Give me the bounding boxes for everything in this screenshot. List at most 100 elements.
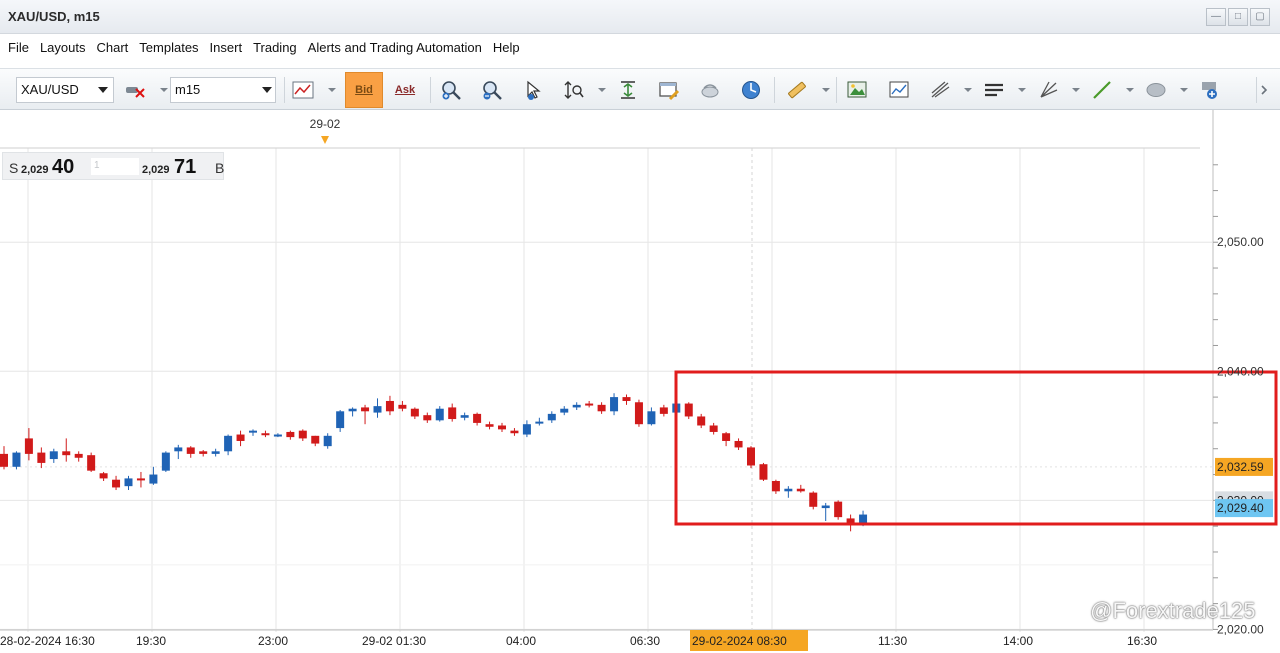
candle-body: [771, 480, 780, 492]
ask-price-toggle[interactable]: Ask: [386, 72, 424, 108]
price-tag: 2,029.40: [1215, 499, 1273, 518]
add-indicator-icon[interactable]: [1199, 79, 1221, 101]
screenshot-icon[interactable]: [888, 79, 910, 101]
candle-body: [273, 434, 282, 437]
price-tag-label: 2,029.40: [1217, 501, 1264, 515]
candle-body: [722, 433, 731, 441]
bid-price-toggle[interactable]: Bid: [345, 72, 383, 108]
trade-amount-input[interactable]: 1: [91, 158, 139, 175]
time-axis-label: 29-02-2024 08:30: [692, 634, 787, 648]
time-axis-label: 06:30: [630, 634, 660, 648]
time-axis-label: 04:00: [506, 634, 536, 648]
candle-body: [174, 447, 183, 452]
scale-dropdown-icon[interactable]: [598, 88, 606, 92]
candle-body: [373, 406, 382, 413]
chart-type-icon[interactable]: [292, 79, 314, 101]
ellipse-shape-icon[interactable]: [1145, 79, 1167, 101]
pointer-select-icon[interactable]: [522, 79, 544, 101]
pitchfork-dropdown-icon[interactable]: [964, 88, 972, 92]
zoom-out-icon[interactable]: [481, 79, 503, 101]
menu-layouts[interactable]: Layouts: [36, 40, 93, 55]
crosshair-remove-icon[interactable]: [124, 79, 146, 101]
candle-body: [211, 451, 220, 454]
shape-dropdown-icon[interactable]: [1180, 88, 1188, 92]
close-button[interactable]: ▢: [1250, 8, 1270, 26]
candle-body: [74, 453, 83, 458]
chart-properties-icon[interactable]: [658, 79, 680, 101]
candle-body: [62, 451, 71, 456]
candle-body: [112, 479, 121, 488]
candle-body: [647, 411, 656, 425]
menu-file[interactable]: File: [4, 40, 36, 55]
window-controls: — □ ▢: [1206, 8, 1270, 26]
candle-body: [323, 435, 332, 447]
maximize-button[interactable]: □: [1228, 8, 1248, 26]
price-tag-label: 2,032.59: [1217, 460, 1264, 474]
menu-templates[interactable]: Templates: [135, 40, 205, 55]
candle-body: [610, 397, 619, 412]
menu-help[interactable]: Help: [489, 40, 527, 55]
trend-line-icon[interactable]: [1091, 79, 1113, 101]
symbol-dropdown-arrow-icon[interactable]: [98, 87, 108, 93]
price-axis-label: 2,050.00: [1217, 235, 1264, 249]
toolbar-separator: [774, 77, 775, 103]
ruler-dropdown-icon[interactable]: [822, 88, 830, 92]
timeframe-dropdown-arrow-icon[interactable]: [262, 87, 272, 93]
symbol-value: XAU/USD: [21, 82, 79, 97]
lines-dropdown-icon[interactable]: [1018, 88, 1026, 92]
menu-alerts-automation[interactable]: Alerts and Trading Automation: [304, 40, 489, 55]
candle-body: [585, 403, 594, 406]
candle-body: [498, 425, 506, 430]
crosshair-dropdown-icon[interactable]: [160, 88, 168, 92]
toolbar-separator: [284, 77, 285, 103]
candle-body: [136, 478, 145, 481]
pitchfork-icon[interactable]: [929, 79, 951, 101]
fan-lines-icon[interactable]: [1037, 79, 1059, 101]
candle-body: [796, 488, 805, 492]
zoom-in-icon[interactable]: [440, 79, 462, 101]
toolbar-separator: [836, 77, 837, 103]
chart-type-dropdown-icon[interactable]: [328, 88, 336, 92]
horizontal-lines-icon[interactable]: [983, 79, 1005, 101]
candle-body: [261, 433, 270, 436]
chart-toolbar: XAU/USD m15 Bid Ask: [0, 68, 1280, 110]
timeframe-select[interactable]: m15: [170, 77, 276, 103]
candle-body: [821, 505, 830, 509]
candle-body: [460, 415, 469, 418]
candle-body: [87, 455, 96, 471]
fit-chart-icon[interactable]: [617, 79, 639, 101]
candle-body: [435, 408, 444, 421]
trading-app-window: XAU/USD, m15 — □ ▢ File Layouts Chart Te…: [0, 0, 1280, 653]
candle-body: [473, 413, 482, 423]
menu-insert[interactable]: Insert: [206, 40, 250, 55]
candle-body: [485, 424, 494, 427]
price-chart[interactable]: 29-02 2,050.00 2,040.00 2,020.00 2,032.59 2,0…: [0, 110, 1280, 653]
candle-body: [734, 440, 743, 448]
chart-area[interactable]: 29-02 2,050.00 2,040.00 2,020.00 2,032.59 2,0…: [0, 110, 1280, 653]
ruler-icon[interactable]: [786, 79, 808, 101]
toolbar-separator: [430, 77, 431, 103]
candle-body: [161, 452, 170, 471]
minimize-button[interactable]: —: [1206, 8, 1226, 26]
candle-body: [249, 430, 257, 433]
signal-icon[interactable]: [699, 79, 721, 101]
clock-globe-icon[interactable]: [740, 79, 762, 101]
price-axis-label: 2,020.00: [1217, 622, 1264, 636]
candle-body: [572, 404, 581, 408]
candle-body: [709, 425, 718, 432]
trend-line-dropdown-icon[interactable]: [1126, 88, 1134, 92]
candle-body: [634, 402, 643, 425]
toolbar-overflow-button[interactable]: [1256, 77, 1272, 103]
candle-body: [597, 404, 606, 412]
vertical-scale-icon[interactable]: [563, 79, 585, 101]
title-bar: XAU/USD, m15 — □ ▢: [0, 0, 1280, 34]
time-axis-label: 11:30: [878, 634, 907, 648]
fan-dropdown-icon[interactable]: [1072, 88, 1080, 92]
menu-trading[interactable]: Trading: [249, 40, 304, 55]
candle-body: [560, 408, 569, 413]
candle-body: [547, 413, 556, 421]
quote-panel: S 2,029 40 1 2,029 71 B: [2, 152, 224, 180]
window-title: XAU/USD, m15: [8, 9, 100, 24]
insert-image-icon[interactable]: [846, 79, 868, 101]
menu-chart[interactable]: Chart: [93, 40, 136, 55]
